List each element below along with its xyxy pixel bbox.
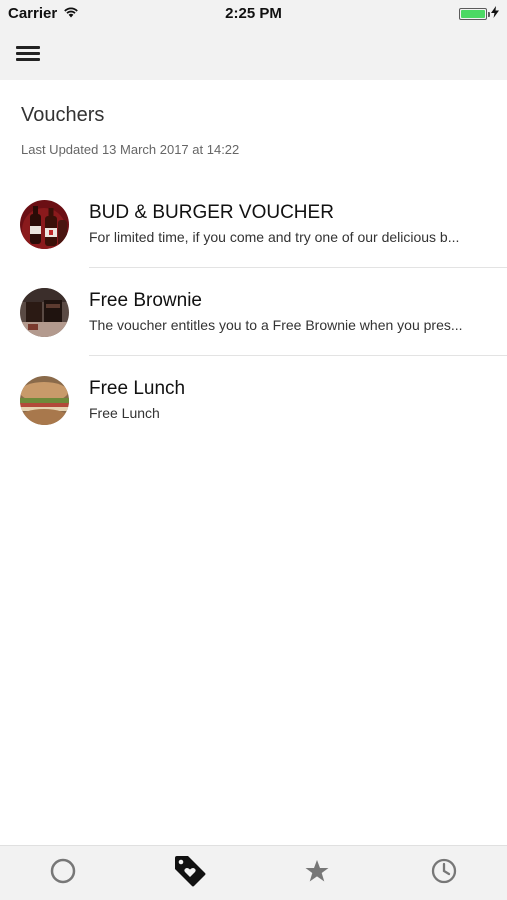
last-updated-text: Last Updated 13 March 2017 at 14:22 <box>21 142 240 157</box>
tab-history[interactable] <box>414 848 474 898</box>
navigation-bar <box>0 27 507 80</box>
voucher-description: For limited time, if you come and try on… <box>89 229 460 245</box>
charging-icon <box>491 5 499 22</box>
tab-bar <box>0 845 507 900</box>
circle-icon <box>50 858 76 889</box>
battery-icon <box>459 7 490 20</box>
status-left: Carrier <box>8 5 79 22</box>
tab-vouchers[interactable] <box>160 848 220 898</box>
wifi-icon <box>63 5 79 22</box>
voucher-description: The voucher entitles you to a Free Brown… <box>89 317 463 333</box>
tag-heart-icon <box>173 854 207 893</box>
voucher-list-item[interactable]: Free Lunch Free Lunch <box>0 356 507 444</box>
carrier-label: Carrier <box>8 5 58 22</box>
tab-favourites[interactable] <box>287 848 347 898</box>
clock-icon <box>431 858 457 889</box>
status-right <box>459 5 499 22</box>
voucher-title: Free Brownie <box>89 290 202 311</box>
battery-level <box>461 9 485 18</box>
beer-bottles-image <box>20 200 69 249</box>
tab-home[interactable] <box>33 848 93 898</box>
status-bar: Carrier 2:25 PM <box>0 0 507 27</box>
voucher-list: BUD & BURGER VOUCHER For limited time, i… <box>0 180 507 444</box>
voucher-list-item[interactable]: BUD & BURGER VOUCHER For limited time, i… <box>0 180 507 268</box>
voucher-title: BUD & BURGER VOUCHER <box>89 202 334 223</box>
voucher-title: Free Lunch <box>89 378 186 399</box>
voucher-list-item[interactable]: Free Brownie The voucher entitles you to… <box>0 268 507 356</box>
voucher-description: Free Lunch <box>89 405 160 421</box>
star-icon <box>304 858 330 889</box>
brownie-image <box>20 288 69 337</box>
sandwich-image <box>20 376 69 425</box>
page-title: Vouchers <box>21 104 105 126</box>
hamburger-menu-icon[interactable] <box>16 45 40 63</box>
